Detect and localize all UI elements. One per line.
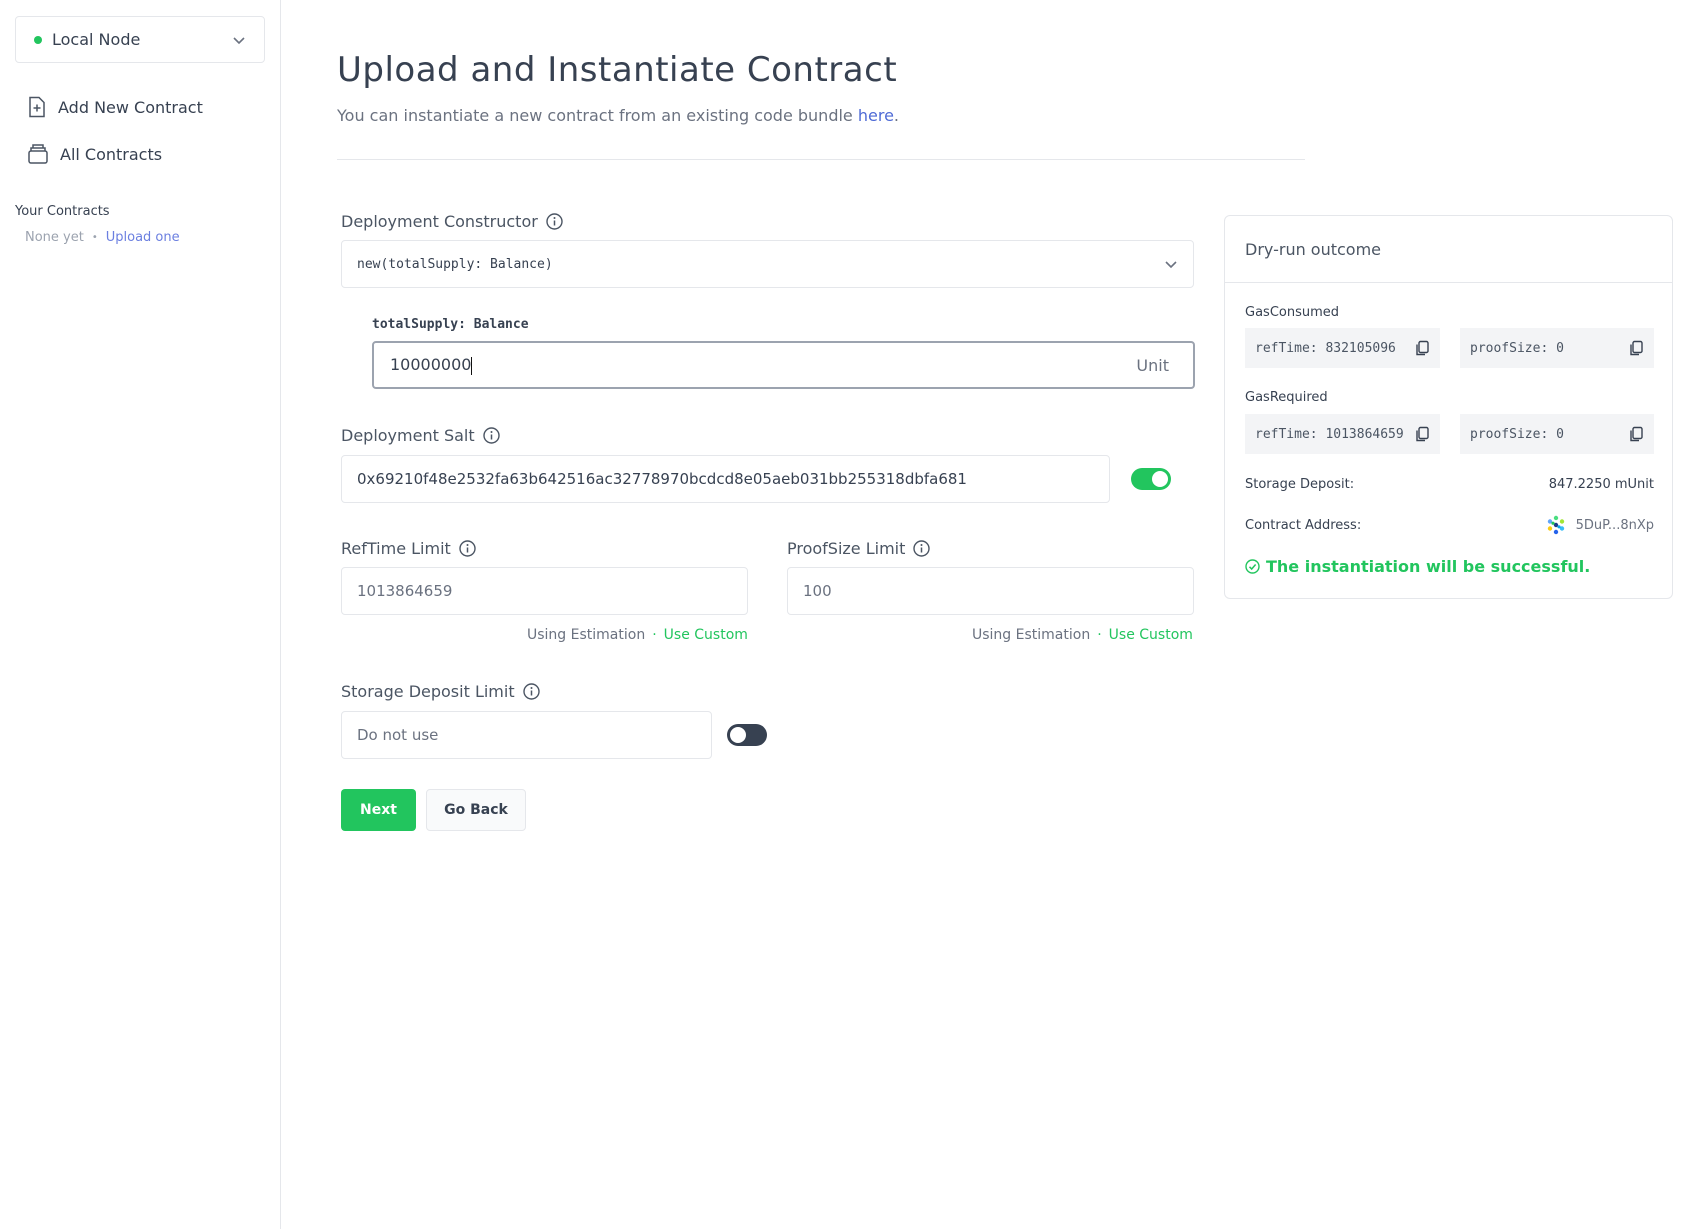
gas-required-proofsize-text: proofSize: 0 bbox=[1470, 426, 1564, 442]
constructor-label-text: Deployment Constructor bbox=[341, 212, 538, 231]
info-icon[interactable] bbox=[546, 213, 563, 230]
node-label: Local Node bbox=[52, 30, 141, 49]
constructor-select[interactable]: new(totalSupply: Balance) bbox=[341, 240, 1194, 288]
storage-deposit-value: 847.2250 mUnit bbox=[1548, 477, 1654, 492]
here-link[interactable]: here bbox=[858, 106, 894, 125]
use-custom-link[interactable]: Use Custom bbox=[1109, 627, 1193, 643]
nav-label: All Contracts bbox=[60, 144, 163, 164]
storage-limit-input[interactable]: Do not use bbox=[341, 711, 712, 759]
reftime-label: RefTime Limit bbox=[341, 539, 476, 558]
gas-consumed-proofsize: proofSize: 0 bbox=[1460, 328, 1654, 368]
nav-all-contracts[interactable]: All Contracts bbox=[27, 143, 162, 165]
total-supply-text: 10000000 bbox=[390, 355, 472, 375]
gas-required-reftime: refTime: 1013864659 bbox=[1245, 414, 1440, 454]
copy-icon[interactable] bbox=[1414, 340, 1430, 356]
gas-consumed-label: GasConsumed bbox=[1245, 305, 1340, 320]
gas-required-label: GasRequired bbox=[1245, 390, 1328, 405]
identicon-icon bbox=[1547, 515, 1564, 535]
separator-dot: • bbox=[91, 232, 98, 243]
chevron-down-icon bbox=[1165, 261, 1177, 269]
none-yet-text: None yet bbox=[25, 230, 84, 245]
chevron-down-icon bbox=[233, 36, 245, 44]
copy-icon[interactable] bbox=[1628, 426, 1644, 442]
upload-one-link[interactable]: Upload one bbox=[106, 230, 180, 245]
dry-run-panel: Dry-run outcome GasConsumed refTime: 832… bbox=[1224, 215, 1673, 599]
reftime-input[interactable]: 1013864659 bbox=[341, 567, 748, 615]
node-selector[interactable]: Local Node bbox=[15, 16, 265, 63]
page-subtitle: You can instantiate a new contract from … bbox=[337, 106, 899, 125]
check-circle-icon bbox=[1245, 559, 1260, 574]
reftime-label-text: RefTime Limit bbox=[341, 539, 451, 558]
next-button[interactable]: Next bbox=[341, 789, 416, 831]
constructor-label: Deployment Constructor bbox=[341, 212, 563, 231]
storage-limit-value: Do not use bbox=[357, 726, 439, 744]
gas-consumed-reftime: refTime: 832105096 bbox=[1245, 328, 1440, 368]
using-estimation-text: Using Estimation bbox=[527, 627, 646, 643]
total-supply-value: 10000000 bbox=[390, 355, 1136, 375]
go-back-button[interactable]: Go Back bbox=[426, 789, 526, 831]
storage-deposit-label: Storage Deposit: bbox=[1245, 477, 1355, 492]
dry-run-title: Dry-run outcome bbox=[1225, 216, 1672, 283]
gas-consumed-proofsize-text: proofSize: 0 bbox=[1470, 340, 1564, 356]
proofsize-input[interactable]: 100 bbox=[787, 567, 1194, 615]
salt-toggle[interactable] bbox=[1131, 468, 1171, 490]
unit-label: Unit bbox=[1136, 355, 1169, 375]
toggle-knob bbox=[1152, 471, 1168, 487]
proofsize-hint: Using Estimation · Use Custom bbox=[972, 627, 1193, 643]
constructor-value: new(totalSupply: Balance) bbox=[357, 256, 553, 272]
proofsize-label: ProofSize Limit bbox=[787, 539, 931, 558]
storage-deposit-row: Storage Deposit: 847.2250 mUnit bbox=[1245, 477, 1654, 492]
your-contracts-heading: Your Contracts bbox=[15, 204, 110, 219]
contract-address-value: 5DuP...8nXp bbox=[1575, 517, 1654, 533]
toggle-knob bbox=[730, 727, 746, 743]
proofsize-label-text: ProofSize Limit bbox=[787, 539, 906, 558]
reftime-value: 1013864659 bbox=[357, 582, 453, 600]
salt-label: Deployment Salt bbox=[341, 426, 500, 445]
argument-label: totalSupply: Balance bbox=[372, 317, 529, 332]
copy-icon[interactable] bbox=[1414, 426, 1430, 442]
total-supply-input[interactable]: 10000000 Unit bbox=[372, 341, 1195, 389]
success-text: The instantiation will be successful. bbox=[1266, 557, 1591, 576]
separator-dot: · bbox=[652, 627, 657, 643]
gas-consumed-reftime-text: refTime: 832105096 bbox=[1255, 340, 1396, 356]
gas-required-reftime-text: refTime: 1013864659 bbox=[1255, 426, 1404, 442]
storage-limit-label: Storage Deposit Limit bbox=[341, 682, 540, 701]
subtitle-text: You can instantiate a new contract from … bbox=[337, 106, 853, 125]
using-estimation-text: Using Estimation bbox=[972, 627, 1091, 643]
connection-status-dot bbox=[34, 35, 42, 44]
use-custom-link[interactable]: Use Custom bbox=[664, 627, 748, 643]
contract-address-label: Contract Address: bbox=[1245, 517, 1362, 533]
text-cursor bbox=[471, 356, 473, 375]
contract-address-row: Contract Address: 5DuP...8nXp bbox=[1245, 515, 1654, 535]
subtitle-end: . bbox=[893, 106, 900, 125]
success-message: The instantiation will be successful. bbox=[1245, 557, 1590, 576]
copy-icon[interactable] bbox=[1628, 340, 1644, 356]
nav-label: Add New Contract bbox=[58, 97, 203, 117]
salt-label-text: Deployment Salt bbox=[341, 426, 475, 445]
page-title: Upload and Instantiate Contract bbox=[337, 50, 898, 90]
proofsize-value: 100 bbox=[803, 582, 832, 600]
info-icon[interactable] bbox=[459, 540, 476, 557]
archive-icon bbox=[28, 144, 48, 164]
file-plus-icon bbox=[29, 96, 45, 118]
reftime-hint: Using Estimation · Use Custom bbox=[527, 627, 748, 643]
no-contracts-note: None yet • Upload one bbox=[25, 230, 180, 245]
storage-limit-toggle[interactable] bbox=[727, 724, 767, 746]
sidebar: Local Node Add New Contract All Contract… bbox=[0, 0, 281, 1229]
divider bbox=[337, 159, 1305, 160]
info-icon[interactable] bbox=[913, 540, 931, 557]
nav-add-new-contract[interactable]: Add New Contract bbox=[27, 96, 203, 118]
separator-dot: · bbox=[1097, 627, 1102, 643]
info-icon[interactable] bbox=[522, 683, 540, 700]
salt-input[interactable]: 0x69210f48e2532fa63b642516ac32778970bcdc… bbox=[341, 455, 1110, 503]
storage-limit-label-text: Storage Deposit Limit bbox=[341, 682, 515, 701]
contract-address[interactable]: 5DuP...8nXp bbox=[1546, 515, 1654, 535]
salt-value: 0x69210f48e2532fa63b642516ac32778970bcdc… bbox=[357, 470, 967, 488]
gas-required-proofsize: proofSize: 0 bbox=[1460, 414, 1654, 454]
info-icon[interactable] bbox=[482, 427, 500, 444]
